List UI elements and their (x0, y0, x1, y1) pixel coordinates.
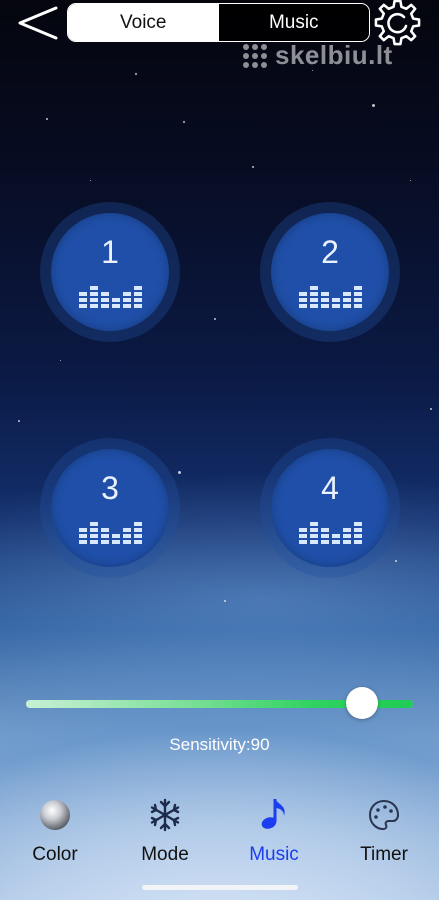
pad-number: 1 (101, 234, 119, 270)
sensitivity-slider[interactable] (26, 687, 413, 719)
back-button[interactable] (14, 4, 60, 42)
equalizer-icon (298, 510, 362, 544)
equalizer-bar (78, 528, 87, 544)
nav-label: Color (32, 844, 78, 865)
watermark-text: skelbiu.lt (275, 40, 393, 70)
pad-number: 4 (321, 470, 339, 506)
equalizer-bar (331, 298, 340, 308)
equalizer-bar (133, 286, 142, 308)
music-pad-2[interactable]: 2 (260, 202, 400, 342)
chevron-left-icon (18, 6, 58, 40)
pad-circle: 2 (271, 213, 389, 331)
snowflake-icon (145, 795, 185, 835)
equalizer-bar (89, 286, 98, 308)
home-indicator (142, 885, 298, 890)
nav-timer[interactable]: Timer (339, 795, 429, 870)
nav-label: Mode (141, 844, 189, 865)
music-note-icon (254, 795, 294, 835)
slider-thumb[interactable] (345, 687, 378, 719)
nav-label: Music (249, 844, 299, 865)
equalizer-bar (309, 522, 318, 544)
watermark: skelbiu.lt (243, 40, 393, 71)
equalizer-bar (111, 298, 120, 308)
nav-music[interactable]: Music (229, 795, 319, 870)
color-ball-icon (35, 795, 75, 835)
equalizer-icon (298, 274, 362, 308)
nav-label: Timer (360, 844, 408, 865)
equalizer-bar (111, 534, 120, 544)
equalizer-bar (320, 528, 329, 544)
mode-segmented-control[interactable]: Voice Music (67, 3, 370, 42)
pad-circle: 1 (51, 213, 169, 331)
nav-mode[interactable]: Mode (120, 795, 210, 870)
music-pad-3[interactable]: 3 (40, 438, 180, 578)
watermark-logo-icon (243, 43, 267, 68)
equalizer-bar (331, 534, 340, 544)
nav-color[interactable]: Color (10, 795, 100, 870)
equalizer-icon (78, 274, 142, 308)
equalizer-bar (100, 292, 109, 308)
equalizer-bar (320, 292, 329, 308)
equalizer-bar (133, 522, 142, 544)
sensitivity-label: Sensitivity:90 (169, 735, 270, 754)
tab-voice[interactable]: Voice (68, 4, 219, 41)
equalizer-bar (122, 528, 131, 544)
equalizer-bar (100, 528, 109, 544)
equalizer-bar (342, 528, 351, 544)
pad-number: 3 (101, 470, 119, 506)
equalizer-bar (122, 292, 131, 308)
pad-circle: 3 (51, 449, 169, 567)
equalizer-bar (298, 292, 307, 308)
equalizer-bar (78, 292, 87, 308)
music-pad-4[interactable]: 4 (260, 438, 400, 578)
equalizer-bar (298, 528, 307, 544)
equalizer-bar (309, 286, 318, 308)
music-pad-1[interactable]: 1 (40, 202, 180, 342)
equalizer-bar (342, 292, 351, 308)
equalizer-icon (78, 510, 142, 544)
equalizer-bar (89, 522, 98, 544)
bottom-nav: Color Mode Music Timer (0, 795, 439, 875)
equalizer-bar (353, 286, 362, 308)
pad-circle: 4 (271, 449, 389, 567)
pad-number: 2 (321, 234, 339, 270)
tab-music[interactable]: Music (218, 4, 369, 41)
equalizer-bar (353, 522, 362, 544)
palette-icon (364, 795, 404, 835)
